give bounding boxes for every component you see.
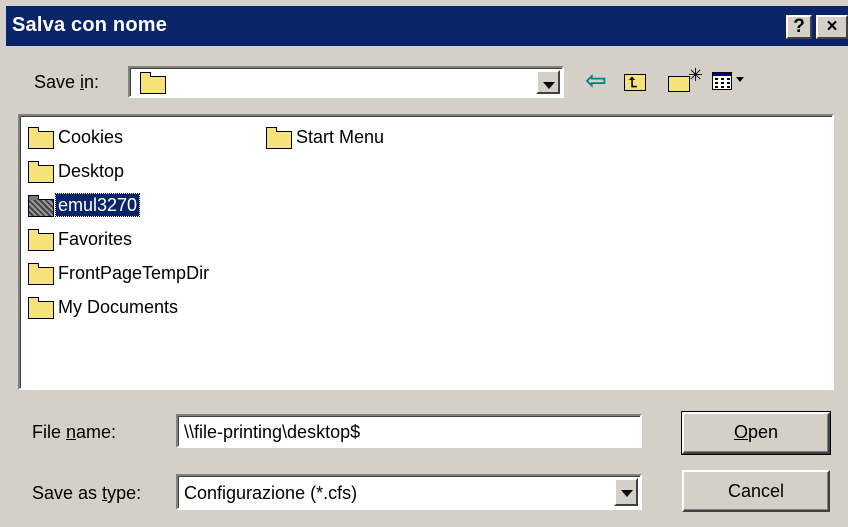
cancel-button[interactable]: Cancel	[682, 470, 830, 512]
dialog-title: Salva con nome	[12, 14, 168, 36]
folder-icon	[28, 127, 54, 149]
file-name-label: File name:	[32, 422, 117, 442]
create-new-folder-icon[interactable]: ✳	[668, 65, 703, 92]
save-as-type-dropdown[interactable]: Configurazione (*.cfs)	[176, 474, 642, 510]
save-as-type-label: Save as type:	[32, 483, 142, 503]
close-button[interactable]: ×	[816, 15, 848, 39]
help-button[interactable]: ?	[786, 15, 812, 39]
save-in-label: Save in:	[34, 72, 100, 92]
folder-icon	[266, 127, 292, 149]
save-as-dialog: Salva con nome ? × Save in: ⇦ ⮤ ✳ Cookie…	[0, 0, 848, 527]
folder-icon	[28, 297, 54, 319]
save-in-dropdown-arrow[interactable]	[536, 70, 560, 94]
folder-icon	[140, 72, 166, 94]
back-arrow-icon[interactable]: ⇦	[585, 67, 607, 93]
folder-icon	[28, 195, 54, 217]
title-bar[interactable]: Salva con nome ? ×	[6, 6, 848, 46]
view-menu-icon[interactable]	[712, 70, 748, 92]
folder-icon	[28, 263, 54, 285]
open-button[interactable]: Open	[681, 411, 831, 455]
save-as-type-dropdown-arrow[interactable]	[614, 478, 638, 506]
folder-icon	[28, 229, 54, 251]
file-name-input[interactable]: \\file-printing\desktop$	[176, 414, 642, 448]
save-in-dropdown[interactable]	[128, 66, 564, 98]
chevron-down-icon	[736, 77, 744, 82]
file-list[interactable]: Cookies Desktop emul3270 Favorites Front…	[18, 114, 834, 390]
up-one-level-icon[interactable]: ⮤	[624, 71, 648, 91]
folder-icon	[28, 161, 54, 183]
